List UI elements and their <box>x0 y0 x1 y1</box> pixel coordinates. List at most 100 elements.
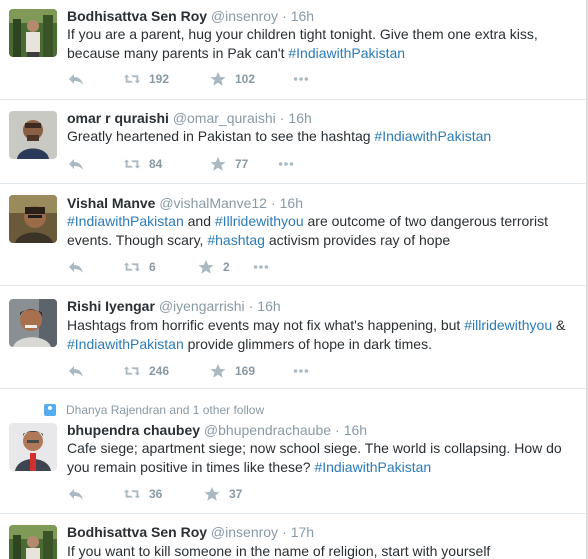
author-handle[interactable]: @omar_quraishi <box>173 110 276 126</box>
retweet-count: 192 <box>149 72 170 86</box>
tweet-text: Hashtags from horrific events may not fi… <box>67 316 577 354</box>
tweet[interactable]: Rishi Iyengar @iyengarrishi · 16h Hashtags… <box>0 286 586 389</box>
hashtag-link[interactable]: #IndiawithPakistan <box>67 336 184 352</box>
star-icon <box>204 487 220 501</box>
favorite-count: 37 <box>229 487 243 501</box>
retweet-button[interactable]: 84 <box>123 156 162 172</box>
favorite-count: 2 <box>223 260 230 274</box>
timestamp[interactable]: 16h <box>288 110 311 126</box>
more-icon <box>278 162 294 166</box>
tweet[interactable]: Dhanya Rajendran and 1 other follow bhup… <box>0 389 586 514</box>
tweet[interactable]: omar r quraishi @omar_quraishi · 16h Great… <box>0 100 586 184</box>
timestamp[interactable]: 16h <box>280 195 303 211</box>
retweet-icon <box>123 489 141 499</box>
author-handle[interactable]: @bhupendrachaube <box>204 422 331 438</box>
author-handle[interactable]: @iyengarrishi <box>159 298 245 314</box>
favorite-button[interactable]: 169 <box>209 363 255 379</box>
author-name[interactable]: bhupendra chaubey <box>67 422 200 438</box>
more-button[interactable] <box>292 363 310 379</box>
author-name[interactable]: omar r quraishi <box>67 110 169 126</box>
tweet-actions: 6 2 <box>67 259 327 277</box>
tweet-text-part: Greatly heartened in Pakistan to see the… <box>67 128 375 144</box>
retweet-button[interactable]: 192 <box>123 71 169 87</box>
reply-icon <box>69 489 83 500</box>
separator: · <box>282 8 287 24</box>
separator: · <box>335 422 340 438</box>
reply-button[interactable] <box>67 486 85 502</box>
tweet-text-part: Hashtags from horrific events may not fi… <box>67 317 465 333</box>
hashtag-link[interactable]: #IndiawithPakistan <box>67 213 184 229</box>
more-button[interactable] <box>292 71 310 87</box>
tweet-actions: 192 102 <box>67 71 327 89</box>
more-button[interactable] <box>277 156 295 172</box>
tweet-text: Greatly heartened in Pakistan to see the… <box>67 127 577 146</box>
avatar[interactable] <box>9 111 57 159</box>
hashtag-link[interactable]: #hashtag <box>207 232 265 248</box>
tweet-text: If you are a parent, hug your children t… <box>67 25 577 63</box>
tweet[interactable]: Bodhisattva Sen Roy @insenroy · 16h If you… <box>0 0 586 100</box>
hashtag-link[interactable]: #Illridewithyou <box>215 213 304 229</box>
tweet[interactable]: Vishal Manve @vishalManve12 · 16h #Indiawi… <box>0 184 586 286</box>
reply-icon <box>69 74 83 85</box>
hashtag-link[interactable]: #illridewithyou <box>464 317 552 333</box>
social-context: Dhanya Rajendran and 1 other follow <box>44 403 264 417</box>
retweet-button[interactable]: 246 <box>123 363 169 379</box>
tweet-header: bhupendra chaubey @bhupendrachaube · 16h <box>67 421 367 439</box>
retweet-count: 6 <box>149 260 156 274</box>
social-context-text[interactable]: Dhanya Rajendran and 1 other follow <box>66 403 264 417</box>
favorite-count: 102 <box>235 72 256 86</box>
timestamp[interactable]: 16h <box>257 298 280 314</box>
more-icon <box>293 369 309 373</box>
avatar[interactable] <box>9 9 57 57</box>
reply-button[interactable] <box>67 363 85 379</box>
person-icon <box>44 404 56 416</box>
author-name[interactable]: Rishi Iyengar <box>67 298 155 314</box>
retweet-count: 36 <box>149 487 163 501</box>
favorite-button[interactable]: 77 <box>209 156 248 172</box>
hashtag-link[interactable]: #IndiawithPakistan <box>374 128 491 144</box>
tweet-text: #IndiawithPakistan and #Illridewithyou a… <box>67 212 577 250</box>
tweet[interactable]: Bodhisattva Sen Roy @insenroy · 17h If you… <box>0 514 586 559</box>
tweet-header: Vishal Manve @vishalManve12 · 16h <box>67 194 303 212</box>
reply-button[interactable] <box>67 156 85 172</box>
reply-icon <box>69 366 83 377</box>
favorite-button[interactable]: 37 <box>203 486 242 502</box>
author-name[interactable]: Bodhisattva Sen Roy <box>67 524 207 540</box>
author-handle[interactable]: @insenroy <box>211 524 278 540</box>
separator: · <box>270 195 276 211</box>
author-handle[interactable]: @insenroy <box>211 8 278 24</box>
reply-button[interactable] <box>67 71 85 87</box>
tweet-actions: 246 169 <box>67 363 327 381</box>
star-icon <box>210 72 226 86</box>
favorite-button[interactable]: 102 <box>209 71 255 87</box>
retweet-button[interactable]: 36 <box>123 486 162 502</box>
avatar[interactable] <box>9 423 57 471</box>
reply-icon <box>69 262 83 273</box>
timestamp[interactable]: 16h <box>291 8 314 24</box>
reply-button[interactable] <box>67 259 85 275</box>
hashtag-link[interactable]: #IndiawithPakistan <box>288 45 405 61</box>
reply-icon <box>69 159 83 170</box>
tweet-text-part: If you want to kill someone in the name … <box>67 543 491 559</box>
avatar[interactable] <box>9 299 57 347</box>
more-button[interactable] <box>252 259 270 275</box>
tweet-text-part: and <box>183 213 215 229</box>
retweet-count: 246 <box>149 364 170 378</box>
tweet-text: If you want to kill someone in the name … <box>67 542 577 559</box>
hashtag-link[interactable]: #IndiawithPakistan <box>314 459 431 475</box>
author-name[interactable]: Bodhisattva Sen Roy <box>67 8 207 24</box>
retweet-button[interactable]: 6 <box>123 259 156 275</box>
star-icon <box>210 157 226 171</box>
separator: · <box>279 110 285 126</box>
timestamp[interactable]: 17h <box>291 524 314 540</box>
tweet-header: Bodhisattva Sen Roy @insenroy · 16h <box>67 7 314 25</box>
retweet-icon <box>123 74 141 84</box>
more-icon <box>253 265 269 269</box>
avatar[interactable] <box>9 195 57 243</box>
star-icon <box>210 364 226 378</box>
favorite-button[interactable]: 2 <box>197 259 230 275</box>
author-name[interactable]: Vishal Manve <box>67 195 155 211</box>
timestamp[interactable]: 16h <box>344 422 367 438</box>
author-handle[interactable]: @vishalManve12 <box>159 195 267 211</box>
avatar[interactable] <box>9 525 57 559</box>
